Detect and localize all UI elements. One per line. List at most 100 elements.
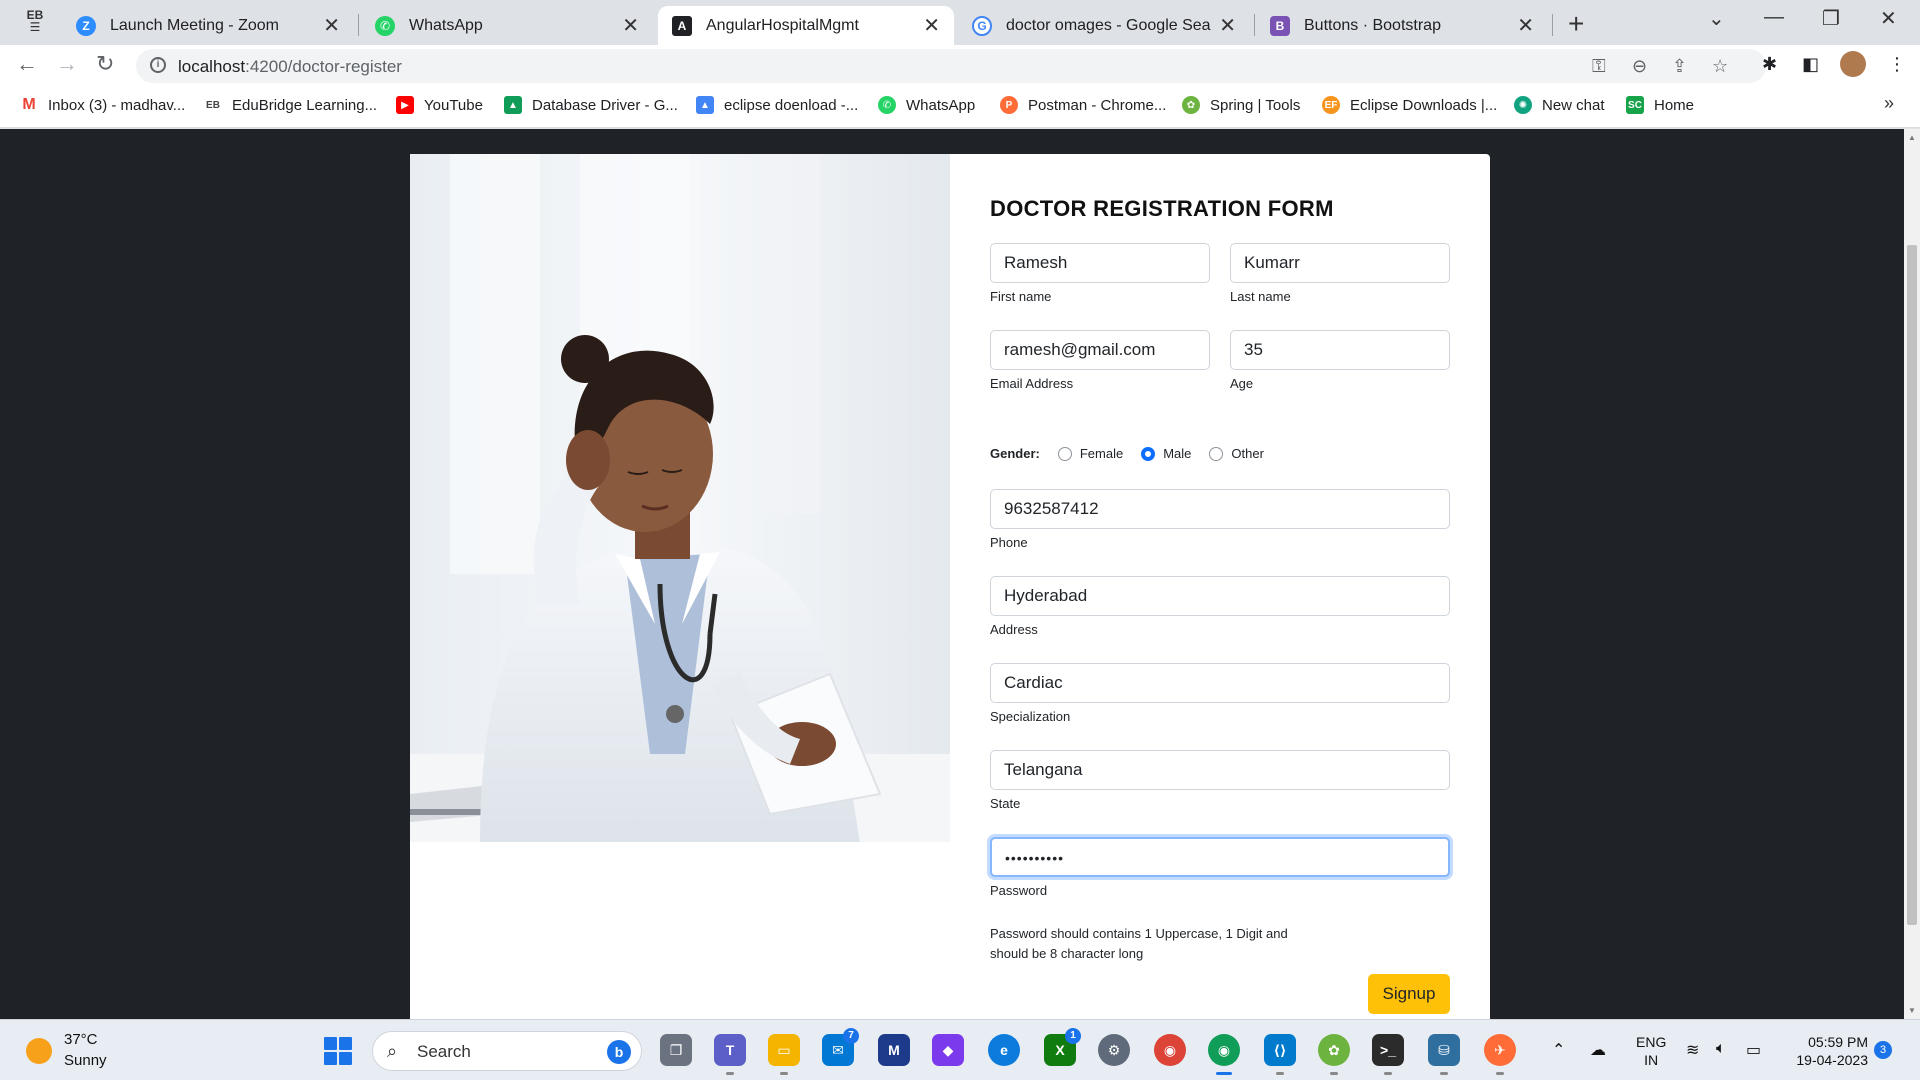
password-field: •••••••••• Password <box>990 837 1450 898</box>
gender-group: Gender: Female Male Other <box>990 446 1282 461</box>
input-language[interactable]: ENG IN <box>1636 1033 1666 1069</box>
last-name-input[interactable]: Kumarr <box>1230 243 1450 283</box>
scrollbar-thumb[interactable] <box>1907 245 1917 925</box>
minimize-icon[interactable]: — <box>1764 6 1784 29</box>
onedrive-icon[interactable]: ☁ <box>1590 1040 1606 1060</box>
tab-title: doctor omages - Google Search <box>1006 16 1212 34</box>
close-icon[interactable]: ✕ <box>323 13 340 38</box>
specialization-input[interactable]: Cardiac <box>990 663 1450 703</box>
forward-arrow-icon[interactable]: → <box>56 51 78 77</box>
weather-temperature[interactable]: 37°C <box>64 1031 98 1048</box>
close-window-icon[interactable]: ✕ <box>1880 6 1897 31</box>
bookmark-home[interactable]: SC Home <box>1626 96 1694 114</box>
new-tab-icon[interactable]: + <box>1568 8 1584 40</box>
settings-icon[interactable]: ⚙ <box>1098 1034 1130 1066</box>
weather-condition[interactable]: Sunny <box>64 1052 107 1069</box>
wifi-icon[interactable]: ≋ <box>1686 1040 1699 1060</box>
tab-whatsapp[interactable]: ✆ WhatsApp ✕ <box>361 6 653 45</box>
key-icon[interactable]: ⚿ <box>1592 56 1606 77</box>
scroll-up-icon[interactable]: ▲ <box>1908 133 1916 142</box>
back-arrow-icon[interactable]: ← <box>16 51 38 77</box>
profile-avatar[interactable] <box>1840 51 1866 77</box>
bookmark-edubridge[interactable]: EB EduBridge Learning... <box>204 96 377 114</box>
site-info-icon[interactable]: i <box>150 57 166 73</box>
taskbar-search[interactable]: ⌕ Search b <box>372 1031 642 1071</box>
url-text[interactable]: localhost:4200/doctor-register <box>178 57 402 77</box>
sun-icon[interactable] <box>26 1038 52 1064</box>
restore-icon[interactable]: ❐ <box>1822 6 1840 31</box>
star-icon[interactable]: ☆ <box>1712 56 1728 77</box>
close-icon[interactable]: ✕ <box>622 13 639 38</box>
powerautomate-icon[interactable]: M <box>878 1034 910 1066</box>
tab-zoom[interactable]: Z Launch Meeting - Zoom ✕ <box>62 6 354 45</box>
tab-search-icon[interactable]: EB ☰ <box>22 9 48 33</box>
address-bar[interactable]: i localhost:4200/doctor-register ⚿ ⊖ ⇪ ☆ <box>136 49 1766 83</box>
share-icon[interactable]: ⇪ <box>1672 56 1687 77</box>
bookmark-postman[interactable]: P Postman - Chrome... <box>1000 96 1166 114</box>
teams-icon[interactable]: T <box>714 1034 746 1075</box>
bing-icon[interactable]: b <box>607 1040 631 1064</box>
gender-other-radio[interactable]: Other <box>1209 446 1264 461</box>
email-input[interactable]: ramesh@gmail.com <box>990 330 1210 370</box>
vscode-icon[interactable]: ⟨⟩ <box>1264 1034 1296 1075</box>
tab-list-chevron-icon[interactable]: ⌄ <box>1708 6 1725 31</box>
menu-kebab-icon[interactable]: ⋮ <box>1888 54 1906 75</box>
bookmark-eclipse-doenload[interactable]: ▲ eclipse doenload -... <box>696 96 858 114</box>
close-icon[interactable]: ✕ <box>1219 13 1236 38</box>
bookmarks-overflow-icon[interactable]: » <box>1884 93 1894 114</box>
page-scrollbar[interactable]: ▲ ▼ <box>1904 129 1920 1019</box>
mysql-workbench-icon[interactable]: ⛁ <box>1428 1034 1460 1075</box>
state-input[interactable]: Telangana <box>990 750 1450 790</box>
whatsapp-icon: ✆ <box>878 96 896 114</box>
bookmark-new-chat[interactable]: ✺ New chat <box>1514 96 1605 114</box>
radio-circle-icon[interactable] <box>1209 446 1224 461</box>
gender-female-radio[interactable]: Female <box>1057 446 1123 461</box>
bookmark-inbox[interactable]: M Inbox (3) - madhav... <box>20 96 185 114</box>
radio-circle-icon[interactable] <box>1057 446 1072 461</box>
gender-male-radio[interactable]: Male <box>1141 446 1191 461</box>
notification-badge[interactable]: 3 <box>1874 1041 1892 1059</box>
scroll-down-icon[interactable]: ▼ <box>1908 1006 1916 1015</box>
bookmark-whatsapp[interactable]: ✆ WhatsApp <box>878 96 975 114</box>
mail-icon[interactable]: ✉ 7 <box>822 1028 859 1066</box>
reload-icon[interactable]: ↻ <box>96 51 114 77</box>
address-input[interactable]: Hyderabad <box>990 576 1450 616</box>
chrome-icon[interactable]: ◉ <box>1154 1034 1186 1066</box>
postman-icon[interactable]: ✈ <box>1484 1034 1516 1075</box>
battery-icon[interactable]: ▭ <box>1746 1040 1761 1060</box>
bootstrap-icon: B <box>1270 15 1290 36</box>
xbox-icon[interactable]: X1 <box>1044 1028 1081 1066</box>
tab-angularhospitalmgmt[interactable]: A AngularHospitalMgmt ✕ <box>658 6 954 45</box>
bookmark-spring-tools[interactable]: ✿ Spring | Tools <box>1182 96 1300 114</box>
phone-input[interactable]: 9632587412 <box>990 489 1450 529</box>
windows-start-icon[interactable] <box>324 1037 352 1065</box>
radio-checked-icon[interactable] <box>1141 446 1156 461</box>
spring-tools-icon[interactable]: ✿ <box>1318 1034 1350 1075</box>
signup-button[interactable]: Signup <box>1368 974 1450 1014</box>
file-explorer-icon[interactable]: ▭ <box>768 1034 800 1075</box>
bookmark-database-driver[interactable]: ▲ Database Driver - G... <box>504 96 678 114</box>
zoom-icon[interactable]: ⊖ <box>1632 56 1647 77</box>
task-view-icon[interactable]: ❐ <box>660 1034 692 1066</box>
password-input[interactable]: •••••••••• <box>990 837 1450 877</box>
first-name-input[interactable]: Ramesh <box>990 243 1210 283</box>
close-icon[interactable]: ✕ <box>923 13 940 38</box>
tab-google-search[interactable]: G doctor omages - Google Search ✕ <box>958 6 1250 45</box>
chrome-profile-icon[interactable]: ◉ <box>1208 1034 1240 1075</box>
bookmark-youtube[interactable]: ▶ YouTube <box>396 96 483 114</box>
terminal-icon[interactable]: >_ <box>1372 1034 1404 1075</box>
tray-chevron-up-icon[interactable]: ⌃ <box>1552 1040 1565 1060</box>
volume-icon[interactable]: 🔈︎ <box>1716 1040 1726 1058</box>
edge-icon[interactable]: e <box>988 1034 1020 1066</box>
system-clock[interactable]: 05:59 PM 19-04-2023 <box>1786 1033 1868 1069</box>
bookmark-label: Home <box>1654 96 1695 114</box>
specialization-field: Cardiac Specialization <box>990 663 1450 724</box>
clipchamp-icon[interactable]: ◆ <box>932 1034 964 1066</box>
bookmark-eclipse-downloads[interactable]: EF Eclipse Downloads |... <box>1322 96 1497 114</box>
side-panel-icon[interactable]: ◧ <box>1802 54 1819 75</box>
age-input[interactable]: 35 <box>1230 330 1450 370</box>
close-icon[interactable]: ✕ <box>1517 13 1534 38</box>
tab-bootstrap[interactable]: B Buttons · Bootstrap ✕ <box>1256 6 1548 45</box>
tab-separator <box>1254 14 1255 36</box>
extensions-icon[interactable]: ✱ <box>1762 54 1777 75</box>
